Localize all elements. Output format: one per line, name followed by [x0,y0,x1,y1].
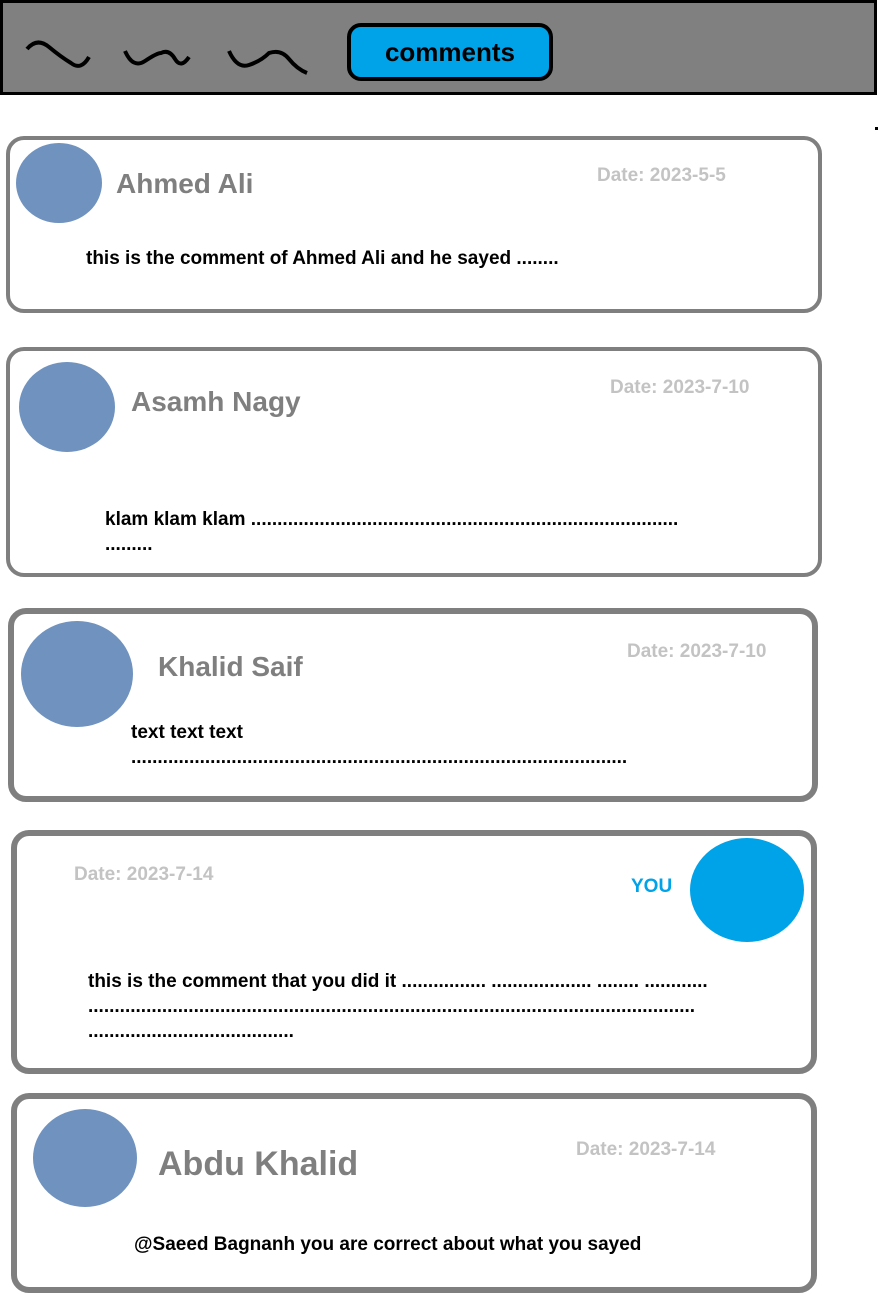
avatar[interactable] [21,621,133,727]
comment-text: text text text .........................… [131,722,628,768]
comment-text: klam klam klam .........................… [105,509,679,555]
squiggle-icon[interactable] [225,39,315,79]
comment-text: @Saeed Bagnanh you are correct about wha… [134,1234,642,1255]
squiggle-icon[interactable] [23,39,103,79]
comment-date: Date: 2023-5-5 [597,165,726,186]
squiggle-icon[interactable] [121,39,201,79]
comment-card: Khalid Saif Date: 2023-7-10 text text te… [8,608,818,802]
comment-text: this is the comment that you did it ....… [88,971,708,1042]
comment-card: Abdu Khalid Date: 2023-7-14 @Saeed Bagna… [11,1093,817,1293]
comment-author[interactable]: Abdu Khalid [158,1145,358,1184]
comment-date: Date: 2023-7-10 [627,641,767,662]
comment-author[interactable]: Khalid Saif [158,651,303,683]
comment-text: this is the comment of Ahmed Ali and he … [86,248,559,269]
top-bar: comments [0,0,877,95]
comment-author[interactable]: Asamh Nagy [131,386,301,418]
avatar[interactable] [33,1109,137,1207]
comment-author[interactable]: Ahmed Ali [116,168,253,200]
comments-tab-button[interactable]: comments [347,23,553,81]
own-comment-card: Date: 2023-7-14 YOU this is the comment … [11,830,817,1074]
you-label: YOU [631,876,673,897]
comment-date: Date: 2023-7-14 [74,864,214,885]
own-avatar[interactable] [690,838,804,942]
stray-dot [875,127,878,130]
avatar[interactable] [19,362,115,452]
comment-card: Asamh Nagy Date: 2023-7-10 klam klam kla… [6,347,822,577]
comment-date: Date: 2023-7-10 [610,377,750,398]
comment-date: Date: 2023-7-14 [576,1139,716,1160]
avatar[interactable] [16,143,102,223]
comment-card: Ahmed Ali Date: 2023-5-5 this is the com… [6,136,822,313]
